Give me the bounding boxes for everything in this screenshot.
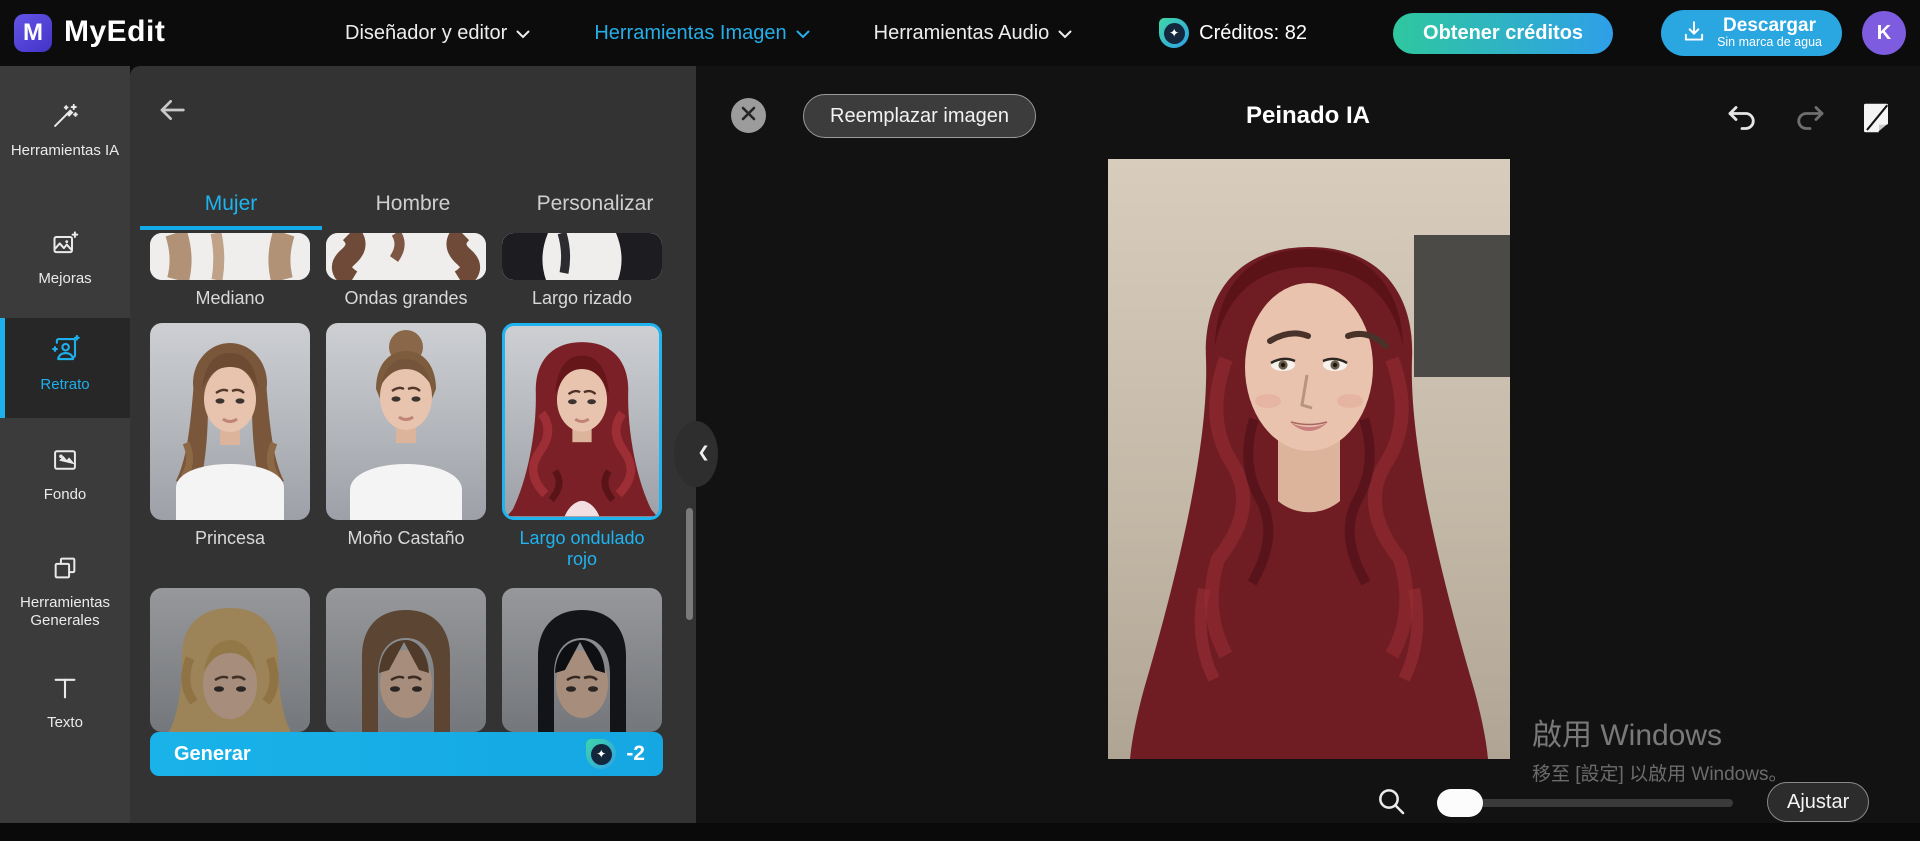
text-icon xyxy=(51,674,79,707)
back-button[interactable] xyxy=(156,94,188,126)
sidebar-item-retrato[interactable]: Retrato xyxy=(0,318,130,418)
sidebar-item-mejoras[interactable]: Mejoras xyxy=(0,230,130,288)
gender-tabs: Mujer Hombre Personalizar xyxy=(140,178,686,230)
top-navbar: M MyEdit Diseñador y editor Herramientas… xyxy=(0,0,1920,66)
style-label: Princesa xyxy=(194,528,266,548)
myedit-logo-icon[interactable]: M xyxy=(14,14,52,52)
style-thumb-rubio-ondulado[interactable] xyxy=(150,588,310,732)
style-label-selected: Largo ondulado rojo xyxy=(519,528,645,569)
sidebar-item-herramientas-generales[interactable]: Herramientas Generales xyxy=(0,554,130,630)
main-nav: Diseñador y editor Herramientas Imagen H… xyxy=(345,0,1072,66)
overlapping-squares-icon xyxy=(51,554,79,587)
credits-counter[interactable]: ✦ Créditos: 82 xyxy=(1159,18,1307,48)
download-button[interactable]: Descargar Sin marca de agua xyxy=(1661,10,1842,56)
nav-image-tools[interactable]: Herramientas Imagen xyxy=(594,22,810,45)
generate-cost: -2 xyxy=(626,742,645,765)
fit-view-button[interactable]: Ajustar xyxy=(1767,782,1870,822)
sidebar-item-herramientas-ia[interactable]: Herramientas IA xyxy=(0,102,130,160)
app-title: MyEdit xyxy=(64,15,166,48)
image-sparkle-icon xyxy=(51,230,79,263)
nav-designer-editor[interactable]: Diseñador y editor xyxy=(345,22,530,45)
tab-hombre[interactable]: Hombre xyxy=(322,178,504,230)
thumb-dim-overlay xyxy=(502,588,662,732)
user-avatar[interactable]: K xyxy=(1862,11,1906,55)
edited-portrait-image xyxy=(1108,159,1510,759)
style-thumb-ondas-grandes[interactable] xyxy=(326,233,486,280)
background-image-icon xyxy=(51,446,79,479)
style-row-mid xyxy=(150,323,662,520)
magic-wand-icon xyxy=(51,102,79,135)
tab-personalizar[interactable]: Personalizar xyxy=(504,178,686,230)
zoom-slider-knob[interactable] xyxy=(1437,789,1483,817)
chevron-left-icon: ❮ xyxy=(697,444,710,461)
redo-button[interactable] xyxy=(1792,100,1828,136)
redo-icon xyxy=(1792,106,1828,140)
credits-droplet-icon: ✦ xyxy=(1159,18,1190,48)
undo-button[interactable] xyxy=(1724,100,1760,136)
chevron-down-icon xyxy=(796,22,810,45)
arrow-left-icon xyxy=(156,100,188,130)
style-thumb-largo-ondulado-rojo[interactable] xyxy=(502,323,662,520)
style-label: Ondas grandes xyxy=(344,288,468,308)
thumb-dim-overlay xyxy=(150,588,310,732)
download-icon xyxy=(1681,19,1707,48)
windows-activation-watermark: 啟用 Windows 移至 [設定] 以啟用 Windows。 xyxy=(1532,719,1788,785)
zoom-slider-track[interactable] xyxy=(1440,799,1733,807)
page-fold-icon xyxy=(1858,103,1894,140)
style-row-top xyxy=(150,233,662,280)
zoom-magnifier-icon[interactable] xyxy=(1375,785,1407,817)
sidebar-item-texto[interactable]: Texto xyxy=(0,674,130,732)
sidebar-item-fondo[interactable]: Fondo xyxy=(0,446,130,504)
style-thumb-negro-liso[interactable] xyxy=(502,588,662,732)
style-label: Moño Castaño xyxy=(347,528,465,548)
style-thumb-mediano[interactable] xyxy=(150,233,310,280)
hairstyle-panel: Mujer Hombre Personalizar Mediano Ondas … xyxy=(130,66,696,823)
style-thumb-mono-castano[interactable] xyxy=(326,323,486,520)
left-sidebar: Herramientas IA Mejoras Retrato Fondo He… xyxy=(0,66,130,823)
style-labels-mid: Princesa Moño Castaño Largo ondulado roj… xyxy=(150,528,662,569)
panel-collapse-button[interactable]: ❮ xyxy=(674,421,718,487)
chevron-down-icon xyxy=(1058,22,1072,45)
portrait-sparkle-icon xyxy=(50,334,80,369)
generate-button[interactable]: Generar ✦ -2 xyxy=(150,732,663,776)
style-labels-top: Mediano Ondas grandes Largo rizado xyxy=(150,288,662,309)
chevron-down-icon xyxy=(516,22,530,45)
nav-audio-tools[interactable]: Herramientas Audio xyxy=(874,22,1073,45)
credits-droplet-icon: ✦ xyxy=(586,739,617,769)
style-row-bottom xyxy=(150,588,662,732)
style-label: Mediano xyxy=(195,288,265,308)
compare-page-button[interactable] xyxy=(1858,100,1894,136)
bottom-strip xyxy=(0,823,1920,841)
thumb-dim-overlay xyxy=(326,588,486,732)
style-thumb-largo-rizado[interactable] xyxy=(502,233,662,280)
style-thumb-princesa[interactable] xyxy=(150,323,310,520)
panel-scrollbar[interactable] xyxy=(686,508,693,620)
get-credits-button[interactable]: Obtener créditos xyxy=(1393,12,1614,54)
style-thumb-castano-liso[interactable] xyxy=(326,588,486,732)
style-label: Largo rizado xyxy=(531,288,633,308)
myedit-app: M MyEdit Diseñador y editor Herramientas… xyxy=(0,0,1920,841)
undo-icon xyxy=(1724,106,1760,140)
tab-mujer[interactable]: Mujer xyxy=(140,178,322,230)
navbar-right: ✦ Créditos: 82 Obtener créditos Descarga… xyxy=(1159,0,1906,66)
editor-canvas: Reemplazar imagen Peinado IA 啟用 Windows … xyxy=(696,66,1920,823)
